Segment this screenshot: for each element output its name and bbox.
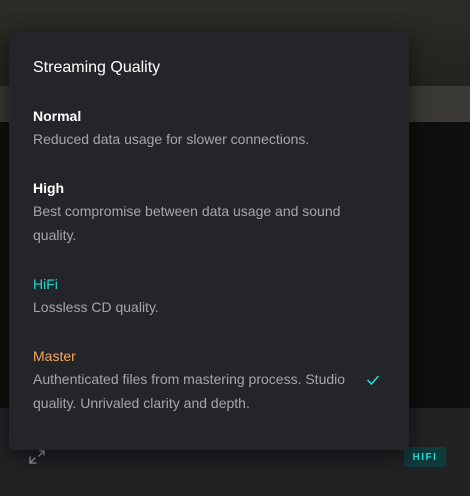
- menu-title: Streaming Quality: [33, 59, 161, 76]
- quality-option-high[interactable]: High Best compromise between data usage …: [9, 178, 409, 247]
- option-name: High: [33, 180, 65, 196]
- option-name: Normal: [33, 108, 82, 124]
- checkmark-icon: [367, 375, 379, 385]
- streaming-quality-menu: Streaming Quality Normal Reduced data us…: [9, 32, 409, 450]
- expand-arrows-icon[interactable]: [28, 449, 46, 467]
- quality-option-master[interactable]: Master Authenticated files from masterin…: [9, 346, 409, 415]
- option-name: HiFi: [33, 276, 58, 292]
- option-description: Authenticated files from mastering proce…: [33, 371, 346, 411]
- quality-badge[interactable]: HIFI: [404, 447, 446, 467]
- option-description: Reduced data usage for slower connection…: [33, 131, 310, 147]
- quality-option-normal[interactable]: Normal Reduced data usage for slower con…: [9, 106, 409, 151]
- option-description: Lossless CD quality.: [33, 299, 159, 315]
- quality-option-hifi[interactable]: HiFi Lossless CD quality.: [9, 274, 409, 319]
- option-name: Master: [33, 348, 76, 364]
- option-description: Best compromise between data usage and s…: [33, 203, 341, 243]
